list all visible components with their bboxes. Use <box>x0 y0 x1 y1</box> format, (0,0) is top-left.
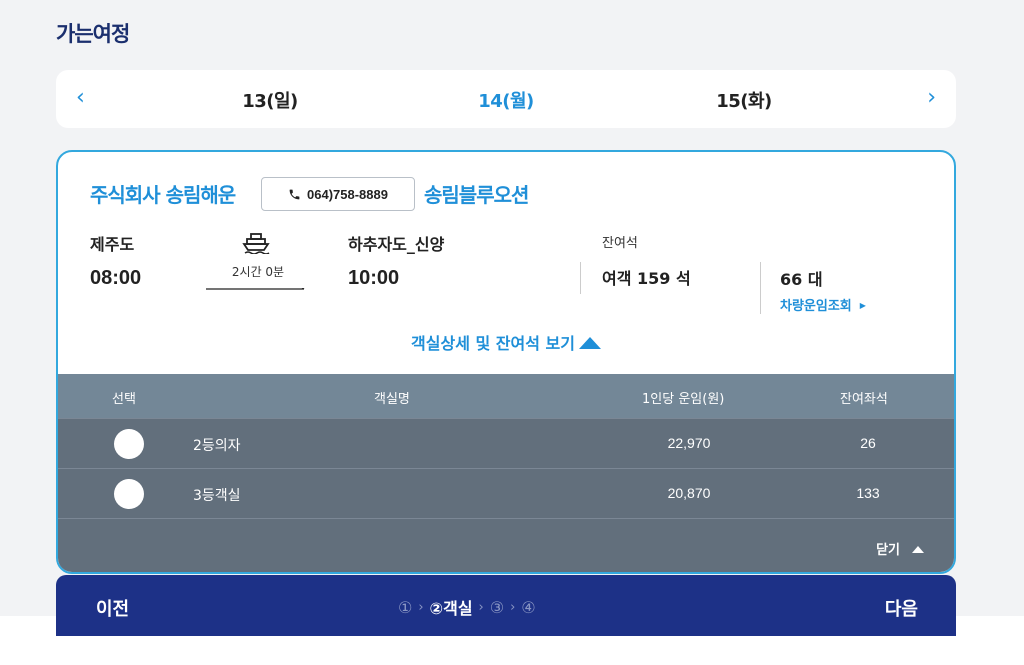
vehicle-fare-label: 차량운임조회 <box>780 299 852 314</box>
ferry-icon <box>242 233 270 254</box>
divider <box>760 262 761 314</box>
phone-button[interactable]: 064)758-8889 <box>261 177 415 211</box>
room-fare: 20,870 <box>667 485 711 501</box>
passenger-seats: 여객 159 석 <box>602 269 691 288</box>
header-fare: 1인당 운임(원) <box>642 392 725 407</box>
arrival-time: 10:00 <box>348 267 400 289</box>
route-arrow <box>206 288 305 290</box>
caret-right-icon: ▶ <box>859 301 866 310</box>
room-fare: 22,970 <box>667 435 711 451</box>
close-button[interactable]: 닫기 <box>876 539 924 558</box>
step-1: ① <box>398 597 413 617</box>
header-room-name: 객실명 <box>374 392 410 407</box>
step-4: ④ <box>521 597 536 617</box>
chevron-right-icon: › <box>510 599 516 615</box>
step-2-active: ②객실 <box>429 599 473 618</box>
ship-name: 송림블루오션 <box>424 183 529 207</box>
date-option-selected[interactable]: 14(월) <box>446 87 566 113</box>
divider <box>580 262 581 294</box>
room-name: 3등객실 <box>193 488 241 504</box>
voyage-card: 주식회사 송림해운 064)758-8889 송림블루오션 제주도 08:00 … <box>56 150 956 574</box>
chevron-right-icon: › <box>418 599 424 615</box>
voyage-duration: 2시간 0분 <box>231 265 285 279</box>
room-remaining: 26 <box>860 435 876 451</box>
room-detail-toggle-label: 객실상세 및 잔여석 보기 <box>411 334 575 353</box>
vehicle-count: 66 대 <box>780 270 823 289</box>
header-remaining: 잔여좌석 <box>840 392 888 407</box>
room-table: 선택 객실명 1인당 운임(원) 잔여좌석 2등의자 22,970 26 3등객… <box>58 374 954 572</box>
date-option[interactable]: 15(화) <box>684 87 804 113</box>
close-label: 닫기 <box>876 543 900 558</box>
room-remaining: 133 <box>856 485 880 501</box>
chevron-right-icon: › <box>478 599 484 615</box>
date-option[interactable]: 13(일) <box>210 87 330 113</box>
departure-time: 08:00 <box>90 267 142 289</box>
arrival-port: 하추자도_신양 <box>348 235 445 254</box>
section-title: 가는여정 <box>56 22 130 46</box>
prev-button[interactable]: 이전 <box>96 595 129 621</box>
company-name: 주식회사 송림해운 <box>90 183 236 207</box>
date-selector: ‹ 13(일) 14(월) 15(화) › <box>56 70 956 128</box>
next-button[interactable]: 다음 <box>885 595 918 621</box>
caret-up-icon <box>578 337 601 349</box>
prev-date-icon[interactable]: ‹ <box>76 87 85 109</box>
step-indicator: ① › ②객실 › ③ › ④ <box>398 595 536 619</box>
room-detail-toggle[interactable]: 객실상세 및 잔여석 보기 <box>58 330 954 354</box>
phone-icon <box>289 189 300 199</box>
caret-up-icon <box>912 546 924 553</box>
room-radio[interactable] <box>114 429 144 459</box>
table-row[interactable]: 2등의자 22,970 26 <box>58 418 954 468</box>
header-select: 선택 <box>112 392 136 407</box>
step-3: ③ <box>489 597 505 617</box>
room-radio[interactable] <box>114 479 144 509</box>
next-date-icon[interactable]: › <box>927 87 936 109</box>
table-row[interactable]: 3등객실 20,870 133 <box>58 468 954 518</box>
room-name: 2등의자 <box>193 438 241 454</box>
remaining-seats-label: 잔여석 <box>602 236 638 251</box>
table-footer: 닫기 <box>58 518 954 572</box>
phone-number: 064)758-8889 <box>307 186 388 202</box>
vehicle-fare-link[interactable]: 차량운임조회 ▶ <box>780 295 866 314</box>
departure-port: 제주도 <box>90 235 135 254</box>
table-header: 선택 객실명 1인당 운임(원) 잔여좌석 <box>58 374 954 418</box>
step-navigation-bar: 이전 ① › ②객실 › ③ › ④ 다음 <box>56 575 956 636</box>
